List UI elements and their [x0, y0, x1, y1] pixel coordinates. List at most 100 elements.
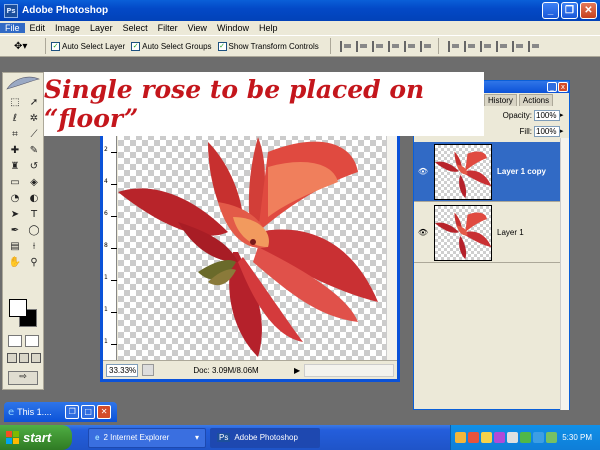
auto-select-groups-checkbox[interactable]: ✓ Auto Select Groups [131, 41, 212, 51]
palette-minimize-icon[interactable]: _ [547, 82, 557, 92]
menu-help[interactable]: Help [254, 23, 283, 33]
status-menu-arrow-icon[interactable]: ▶ [294, 366, 304, 375]
tray-icon[interactable] [546, 432, 557, 443]
type-tool-icon[interactable]: T [26, 207, 42, 221]
eyedropper-tool-icon[interactable]: ⟊ [26, 239, 42, 253]
checkbox-checked-icon: ✓ [131, 41, 141, 51]
distribute-hcenter-icon[interactable] [511, 40, 525, 52]
standard-mode-icon[interactable] [8, 335, 22, 347]
slice-tool-icon[interactable]: ⟋ [26, 127, 42, 141]
dodge-tool-icon[interactable]: ◐ [26, 191, 42, 205]
move-tool-icon[interactable]: ➚ [26, 95, 42, 109]
full-screen-icon[interactable] [31, 353, 41, 363]
pen-tool-icon[interactable]: ✒ [7, 223, 23, 237]
quick-mask-mode-icon[interactable] [25, 335, 39, 347]
show-transform-controls-checkbox[interactable]: ✓ Show Transform Controls [217, 41, 319, 51]
tray-icon[interactable] [520, 432, 531, 443]
lasso-tool-icon[interactable]: ℓ [7, 111, 23, 125]
ruler-tick [111, 184, 117, 185]
zoom-level-field[interactable]: 33.33% [106, 363, 138, 377]
menu-layer[interactable]: Layer [85, 23, 118, 33]
menu-filter[interactable]: Filter [153, 23, 183, 33]
hand-tool-icon[interactable]: ✋ [7, 255, 23, 269]
tray-icon[interactable] [507, 432, 518, 443]
close-button[interactable]: ✕ [580, 2, 597, 19]
taskbar-item-photoshop[interactable]: Ps Adobe Photoshop [210, 427, 320, 448]
shape-tool-icon[interactable]: ◯ [26, 223, 42, 237]
history-brush-tool-icon[interactable]: ↺ [26, 159, 42, 173]
clone-stamp-tool-icon[interactable]: ♜ [7, 159, 23, 173]
minimized-window[interactable]: e This 1.... ❐ □ ✕ [4, 402, 117, 422]
horizontal-scrollbar[interactable] [304, 363, 394, 377]
opacity-control: Opacity: 100% ▸ [484, 108, 568, 122]
document-info: Doc: 3.09M/8.06M [193, 365, 259, 375]
auto-select-layer-checkbox[interactable]: ✓ Auto Select Layer [51, 41, 125, 51]
eye-icon[interactable]: 👁 [414, 167, 432, 176]
tray-icon[interactable] [455, 432, 466, 443]
standard-screen-icon[interactable] [7, 353, 17, 363]
jump-to-imageready-icon[interactable]: ⇨ [8, 371, 38, 385]
tray-icon[interactable] [481, 432, 492, 443]
maximize-button[interactable]: ❐ [561, 2, 578, 19]
align-right-icon[interactable] [419, 40, 433, 52]
fill-label: Fill: [519, 126, 532, 136]
foreground-color-swatch[interactable] [9, 299, 27, 317]
menu-select[interactable]: Select [118, 23, 153, 33]
layers-scrollbar[interactable] [560, 138, 569, 410]
distribute-bottom-icon[interactable] [479, 40, 493, 52]
taskbar-item-internet-explorer[interactable]: e 2 Internet Explorer ▾ [88, 427, 206, 448]
tab-actions[interactable]: Actions [518, 94, 554, 106]
palette-close-icon[interactable]: x [558, 82, 568, 92]
paint-bucket-tool-icon[interactable]: ◈ [26, 175, 42, 189]
marquee-tool-icon[interactable]: ⬚ [7, 95, 23, 109]
layer-row[interactable]: 👁 Layer 1 copy [414, 142, 560, 202]
rose-petals [118, 137, 378, 357]
opacity-field[interactable]: 100% [534, 109, 560, 121]
menu-view[interactable]: View [183, 23, 212, 33]
tray-icon[interactable] [468, 432, 479, 443]
menu-edit[interactable]: Edit [25, 23, 51, 33]
status-options-icon[interactable] [142, 364, 154, 376]
move-tool-preset-icon[interactable]: ✥▾ [14, 41, 40, 52]
notes-tool-icon[interactable]: ▤ [7, 239, 23, 253]
tools-palette: ⬚ ➚ ℓ ✲ ⌗ ⟋ ✚ ✎ ♜ ↺ ▭ ◈ ◔ ◐ ➤ T ✒ ◯ ▤ ⟊ … [2, 72, 44, 390]
tray-icon[interactable] [533, 432, 544, 443]
fill-field[interactable]: 100% [534, 125, 560, 137]
blur-tool-icon[interactable]: ◔ [7, 191, 23, 205]
eraser-tool-icon[interactable]: ▭ [7, 175, 23, 189]
distribute-vcenter-icon[interactable] [463, 40, 477, 52]
align-top-icon[interactable] [339, 40, 353, 52]
close-icon[interactable]: ✕ [97, 405, 112, 419]
restore-icon[interactable]: ❐ [65, 405, 80, 419]
vertical-scrollbar[interactable] [386, 122, 397, 360]
zoom-tool-icon[interactable]: ⚲ [26, 255, 42, 269]
opacity-dropdown-icon[interactable]: ▸ [560, 111, 568, 119]
crop-tool-icon[interactable]: ⌗ [7, 127, 23, 141]
menu-window[interactable]: Window [212, 23, 254, 33]
magic-wand-tool-icon[interactable]: ✲ [26, 111, 42, 125]
align-hcenter-icon[interactable] [403, 40, 417, 52]
menu-bar: File Edit Image Layer Select Filter View… [0, 21, 600, 35]
maximize-icon[interactable]: □ [81, 405, 96, 419]
distribute-left-icon[interactable] [495, 40, 509, 52]
distribute-right-icon[interactable] [527, 40, 541, 52]
layer-row[interactable]: 👁 Layer 1 [414, 203, 560, 263]
separator [45, 38, 46, 54]
path-selection-tool-icon[interactable]: ➤ [7, 207, 23, 221]
align-bottom-icon[interactable] [371, 40, 385, 52]
full-screen-menu-icon[interactable] [19, 353, 29, 363]
image-canvas[interactable] [118, 122, 386, 360]
menu-image[interactable]: Image [50, 23, 85, 33]
distribute-top-icon[interactable] [447, 40, 461, 52]
align-vcenter-icon[interactable] [355, 40, 369, 52]
brush-tool-icon[interactable]: ✎ [26, 143, 42, 157]
fill-dropdown-icon[interactable]: ▸ [560, 127, 568, 135]
healing-brush-tool-icon[interactable]: ✚ [7, 143, 23, 157]
tray-icon[interactable] [494, 432, 505, 443]
eye-icon[interactable]: 👁 [414, 228, 432, 237]
start-button[interactable]: start [0, 425, 72, 450]
tab-history[interactable]: History [484, 94, 517, 106]
minimize-button[interactable]: _ [542, 2, 559, 19]
menu-file[interactable]: File [0, 23, 25, 33]
align-left-icon[interactable] [387, 40, 401, 52]
